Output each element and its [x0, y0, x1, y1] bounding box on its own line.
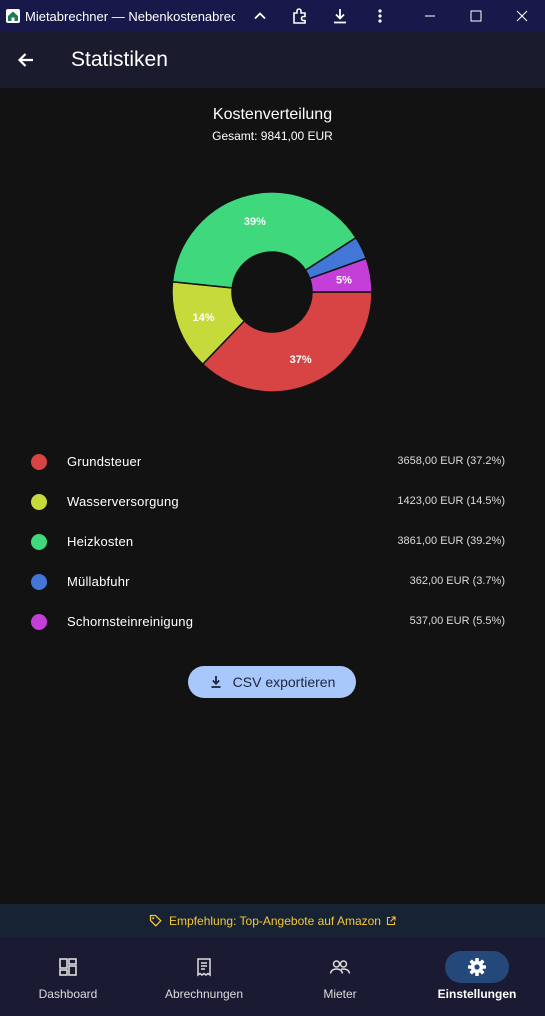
nav-item-dashboard[interactable]: Dashboard: [0, 937, 136, 1016]
nav-label: Abrechnungen: [164, 987, 244, 1001]
donut-slice-label: 37%: [290, 354, 312, 366]
donut-slice-label: 5%: [336, 275, 352, 287]
legend-label: Schornsteinreinigung: [67, 614, 194, 629]
back-button[interactable]: [10, 44, 42, 76]
people-icon: [329, 960, 351, 974]
legend-value: 1423,00 EUR (14.5%): [397, 495, 505, 507]
window-title: Mietabrechner — Nebenkostenabrec...: [25, 9, 235, 24]
legend-value: 3861,00 EUR (39.2%): [397, 535, 505, 547]
nav-item-einstellungen[interactable]: Einstellungen: [409, 937, 545, 1016]
maximize-icon[interactable]: [456, 0, 496, 32]
legend-item-wasserversorgung: Wasserversorgung 1423,00 EUR (14.5%): [0, 490, 545, 514]
receipt-icon: [197, 958, 211, 977]
legend-item-heizkosten: Heizkosten 3861,00 EUR (39.2%): [0, 530, 545, 554]
cost-distribution-donut-chart: 37% 14% 39% 5%: [172, 192, 372, 392]
statistics-content: Kostenverteilung Gesamt: 9841,00 EUR 37%…: [0, 88, 545, 904]
legend-label: Wasserversorgung: [67, 494, 179, 509]
chart-subtitle: Gesamt: 9841,00 EUR: [212, 129, 333, 143]
bottom-navigation: Dashboard Abrechnungen Mieter Einstellun…: [0, 937, 545, 1016]
nav-label: Einstellungen: [437, 987, 517, 1001]
legend-label: Heizkosten: [67, 534, 134, 549]
legend-value: 537,00 EUR (5.5%): [409, 615, 505, 627]
page-title: Statistiken: [71, 48, 168, 71]
legend-item-muellabfuhr: Müllabfuhr 362,00 EUR (3.7%): [0, 570, 545, 594]
close-icon[interactable]: [502, 0, 542, 32]
download-icon[interactable]: [320, 0, 360, 32]
legend-color-dot: [31, 574, 47, 590]
nav-indicator: [172, 951, 236, 983]
app-bar: Statistiken: [0, 32, 545, 88]
legend-value: 362,00 EUR (3.7%): [409, 575, 505, 587]
gear-icon: [468, 958, 486, 976]
window-titlebar: Mietabrechner — Nebenkostenabrec...: [0, 0, 545, 32]
nav-item-abrechnungen[interactable]: Abrechnungen: [136, 937, 272, 1016]
csv-export-label: CSV exportieren: [232, 674, 336, 690]
legend-item-schornsteinreinigung: Schornsteinreinigung 537,00 EUR (5.5%): [0, 610, 545, 634]
chevron-up-icon[interactable]: [240, 0, 280, 32]
legend-label: Grundsteuer: [67, 454, 142, 469]
promo-banner[interactable]: Empfehlung: Top-Angebote auf Amazon: [0, 904, 545, 937]
legend-item-grundsteuer: Grundsteuer 3658,00 EUR (37.2%): [0, 450, 545, 474]
open-external-icon: [386, 915, 396, 925]
dashboard-icon: [59, 958, 77, 976]
legend-value: 3658,00 EUR (37.2%): [397, 455, 505, 467]
chart-title: Kostenverteilung: [212, 106, 333, 123]
app-home-icon: [6, 9, 20, 23]
promo-text[interactable]: Empfehlung: Top-Angebote auf Amazon: [169, 914, 381, 928]
download-icon: [211, 676, 221, 688]
tag-icon: [149, 914, 162, 927]
nav-item-mieter[interactable]: Mieter: [272, 937, 408, 1016]
legend-label: Müllabfuhr: [67, 574, 130, 589]
legend-color-dot: [31, 614, 47, 630]
legend-color-dot: [31, 494, 47, 510]
nav-indicator-active: [445, 951, 509, 983]
nav-indicator: [36, 951, 100, 983]
csv-export-button[interactable]: CSV exportieren: [188, 666, 356, 698]
nav-label: Mieter: [323, 987, 357, 1001]
more-vert-icon[interactable]: [360, 0, 400, 32]
legend-color-dot: [31, 534, 47, 550]
donut-slice-label: 39%: [244, 216, 266, 228]
minimize-icon[interactable]: [410, 0, 450, 32]
legend-color-dot: [31, 454, 47, 470]
arrow-back-icon: [17, 53, 33, 67]
extension-icon[interactable]: [280, 0, 320, 32]
nav-label: Dashboard: [38, 987, 98, 1001]
nav-indicator: [308, 951, 372, 983]
donut-slice-label: 14%: [192, 312, 214, 324]
